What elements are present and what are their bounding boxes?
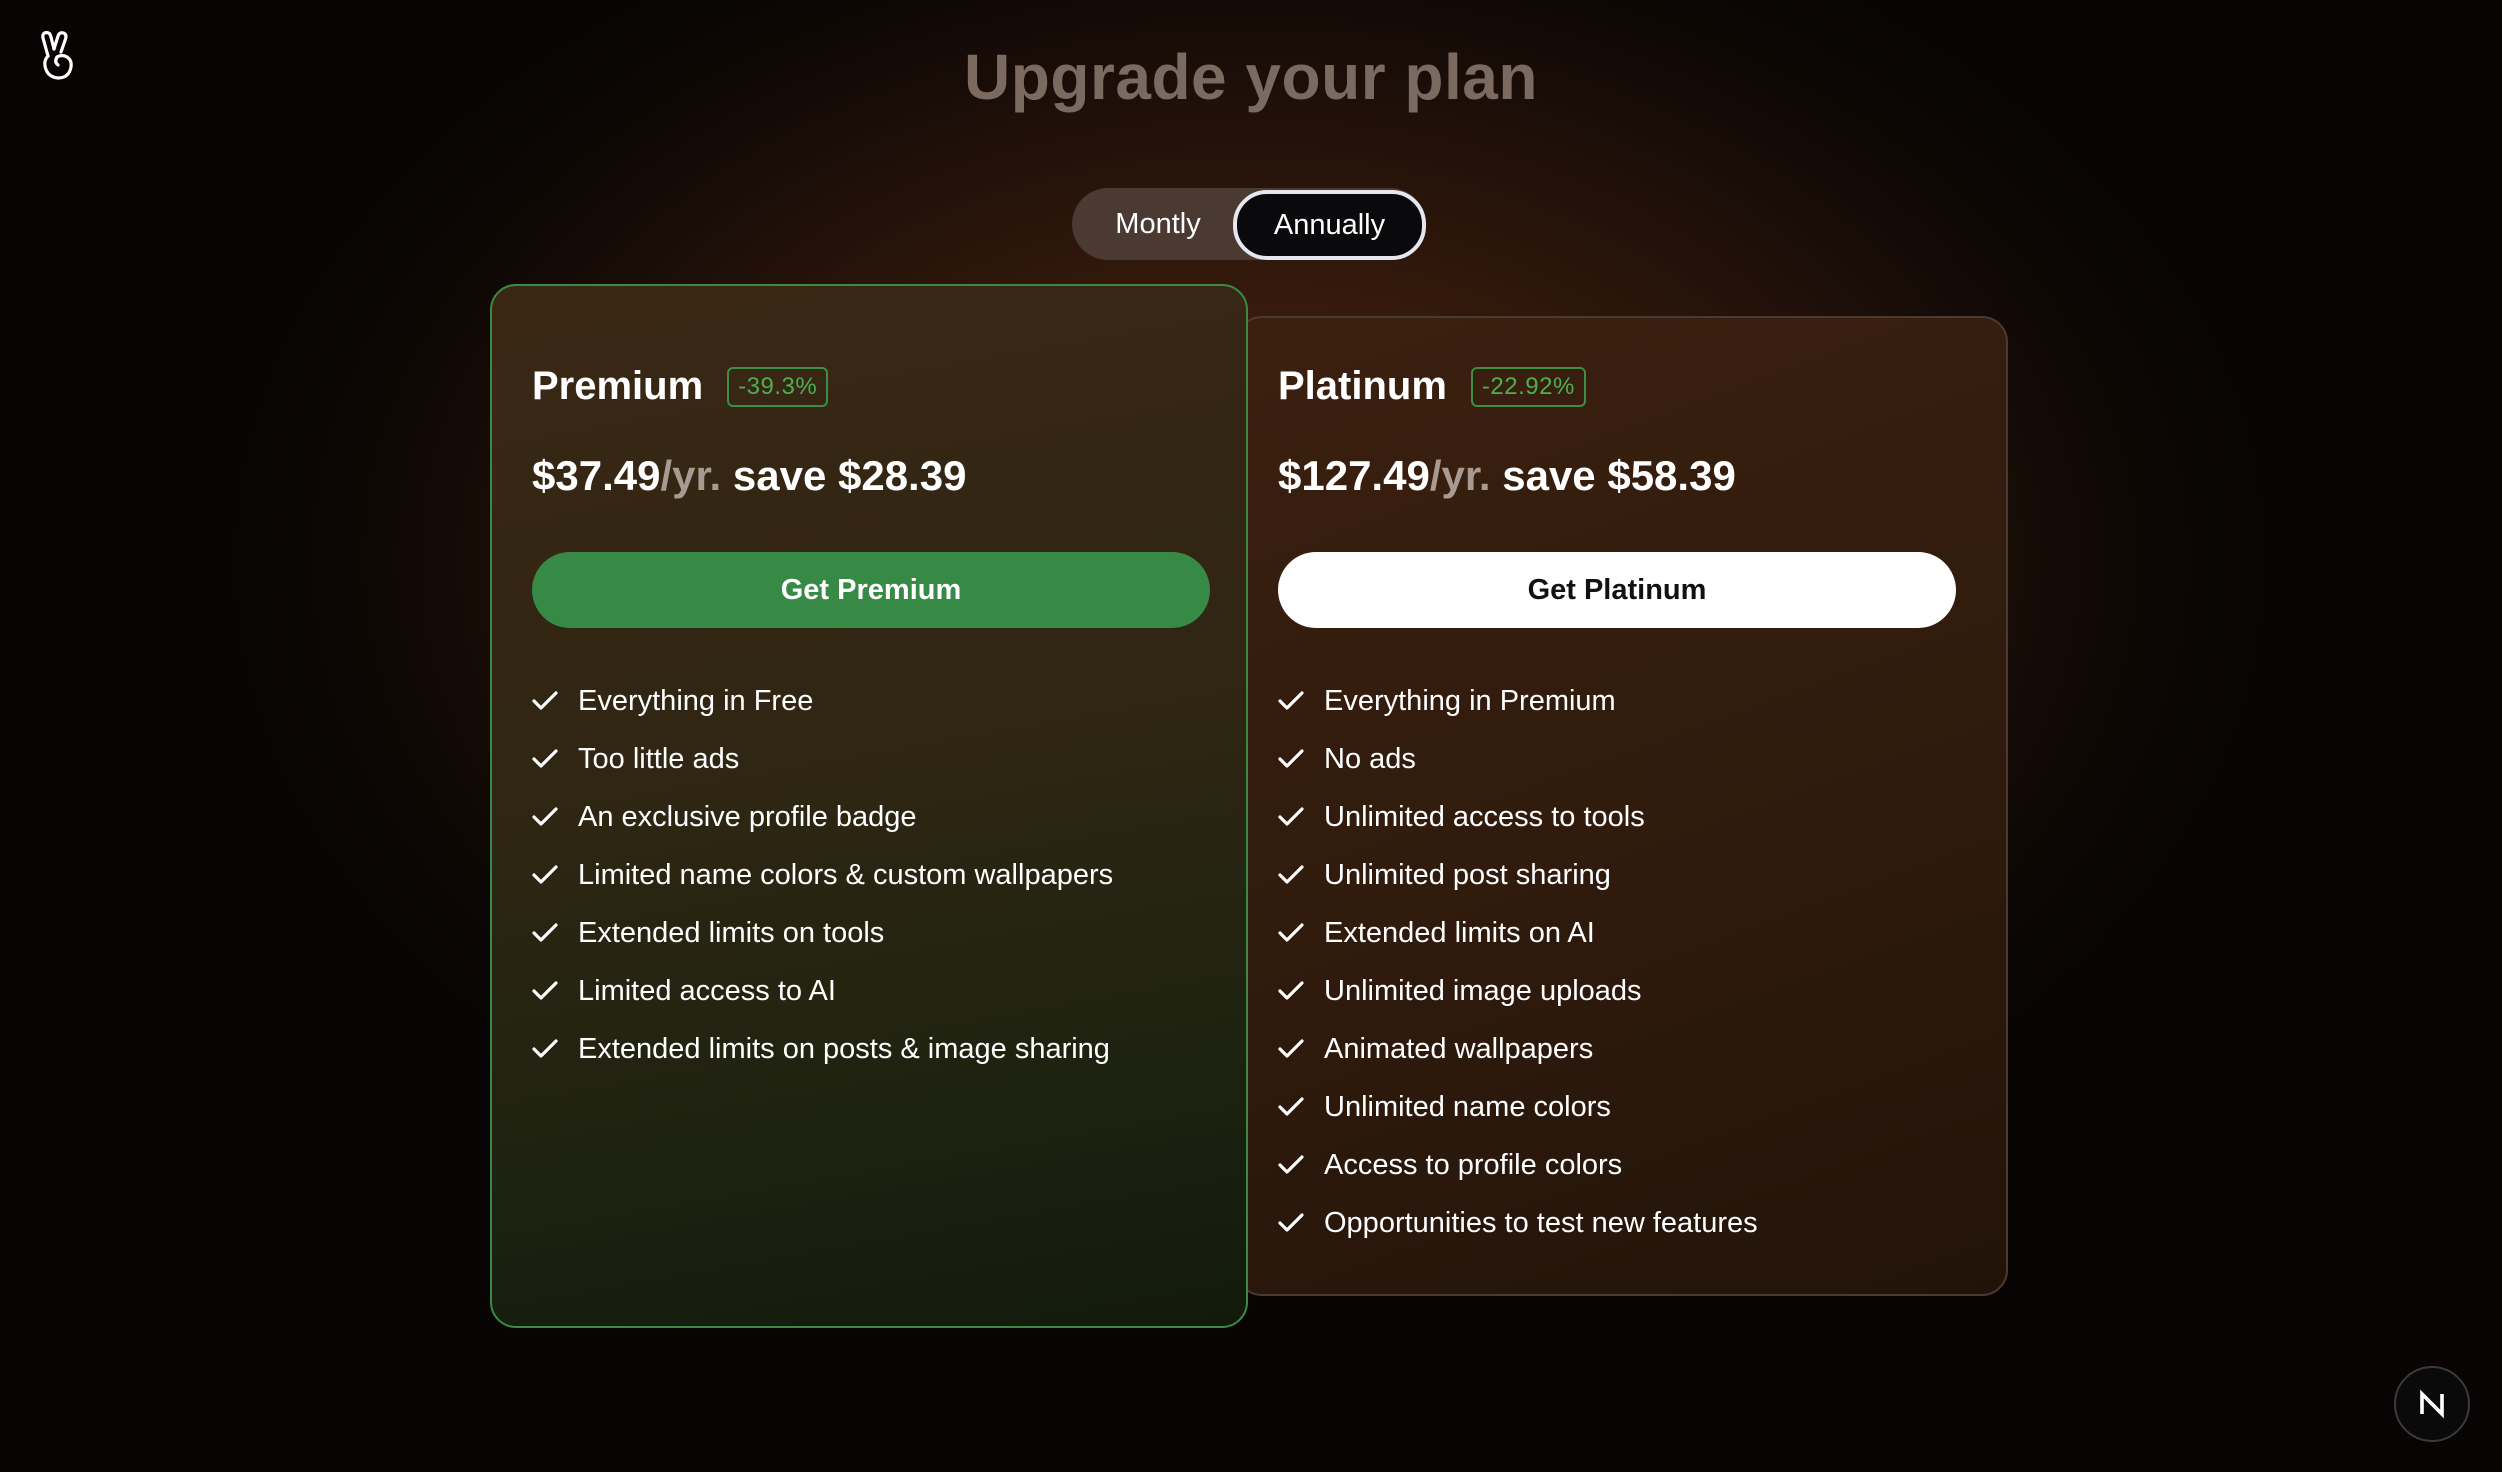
check-icon bbox=[532, 981, 578, 1001]
check-icon bbox=[1278, 981, 1324, 1001]
plan-card-premium: Premium -39.3% $37.49/yr. save $28.39 Ge… bbox=[490, 284, 1248, 1328]
feature-item: Everything in Premium bbox=[1278, 672, 1758, 730]
check-icon bbox=[1278, 1039, 1324, 1059]
check-icon bbox=[1278, 1097, 1324, 1117]
feature-label: Unlimited access to tools bbox=[1324, 800, 1645, 833]
price-savings: save $28.39 bbox=[732, 452, 967, 499]
feature-item: Unlimited post sharing bbox=[1278, 846, 1758, 904]
feature-label: Unlimited image uploads bbox=[1324, 974, 1642, 1007]
feature-item: No ads bbox=[1278, 730, 1758, 788]
feature-label: Everything in Free bbox=[578, 684, 814, 717]
check-icon bbox=[1278, 691, 1324, 711]
check-icon bbox=[1278, 807, 1324, 827]
feature-list: Everything in Free Too little ads An exc… bbox=[532, 672, 1113, 1078]
check-icon bbox=[532, 749, 578, 769]
feature-label: Extended limits on tools bbox=[578, 916, 885, 949]
feature-label: Everything in Premium bbox=[1324, 684, 1616, 717]
feature-item: Too little ads bbox=[532, 730, 1113, 788]
plan-header: Premium -39.3% bbox=[532, 364, 829, 409]
feature-item: Limited access to AI bbox=[532, 962, 1113, 1020]
feature-label: No ads bbox=[1324, 742, 1416, 775]
feature-label: Animated wallpapers bbox=[1324, 1032, 1594, 1065]
feature-item: Extended limits on tools bbox=[532, 904, 1113, 962]
plan-price: $127.49/yr. save $58.39 bbox=[1278, 452, 1736, 500]
check-icon bbox=[532, 923, 578, 943]
check-icon bbox=[1278, 1213, 1324, 1233]
price-amount: $37.49 bbox=[532, 452, 661, 499]
billing-period-toggle[interactable]: Montly Annually bbox=[1072, 188, 1426, 260]
toggle-option-monthly[interactable]: Montly bbox=[1072, 188, 1244, 260]
check-icon bbox=[1278, 923, 1324, 943]
feature-item: Extended limits on posts & image sharing bbox=[532, 1020, 1113, 1078]
check-icon bbox=[532, 1039, 578, 1059]
check-icon bbox=[1278, 749, 1324, 769]
plan-card-platinum: Platinum -22.92% $127.49/yr. save $58.39… bbox=[1236, 316, 2008, 1296]
feature-label: Unlimited name colors bbox=[1324, 1090, 1611, 1123]
feature-list: Everything in Premium No ads Unlimited a… bbox=[1278, 672, 1758, 1252]
feature-item: Unlimited image uploads bbox=[1278, 962, 1758, 1020]
check-icon bbox=[532, 691, 578, 711]
feature-label: Extended limits on posts & image sharing bbox=[578, 1032, 1110, 1065]
plan-price: $37.49/yr. save $28.39 bbox=[532, 452, 966, 500]
check-icon bbox=[1278, 1155, 1324, 1175]
feature-item: Extended limits on AI bbox=[1278, 904, 1758, 962]
feature-label: Extended limits on AI bbox=[1324, 916, 1595, 949]
plan-header: Platinum -22.92% bbox=[1278, 364, 1586, 409]
check-icon bbox=[532, 865, 578, 885]
price-period: /yr. bbox=[1429, 452, 1491, 499]
discount-badge: -39.3% bbox=[727, 366, 829, 407]
plan-name: Platinum bbox=[1278, 364, 1447, 408]
discount-badge: -22.92% bbox=[1470, 366, 1586, 407]
feature-label: Too little ads bbox=[578, 742, 740, 775]
feature-item: Animated wallpapers bbox=[1278, 1020, 1758, 1078]
price-amount: $127.49 bbox=[1278, 452, 1430, 499]
n-logo-glyph bbox=[2420, 1389, 2444, 1419]
feature-item: Access to profile colors bbox=[1278, 1136, 1758, 1194]
feature-item: Everything in Free bbox=[532, 672, 1113, 730]
check-icon bbox=[1278, 865, 1324, 885]
feature-item: An exclusive profile badge bbox=[532, 788, 1113, 846]
feature-item: Limited name colors & custom wallpapers bbox=[532, 846, 1113, 904]
page-title: Upgrade your plan bbox=[964, 41, 1538, 113]
feature-label: Limited name colors & custom wallpapers bbox=[578, 858, 1114, 891]
feature-label: Limited access to AI bbox=[578, 974, 836, 1007]
price-period: /yr. bbox=[660, 452, 722, 499]
price-savings: save $58.39 bbox=[1502, 452, 1736, 499]
feature-item: Unlimited access to tools bbox=[1278, 788, 1758, 846]
feature-item: Opportunities to test new features bbox=[1278, 1194, 1758, 1252]
feature-label: Unlimited post sharing bbox=[1324, 858, 1611, 891]
get-premium-button[interactable]: Get Premium bbox=[532, 552, 1210, 628]
feature-label: Opportunities to test new features bbox=[1324, 1206, 1758, 1239]
toggle-option-annually[interactable]: Annually bbox=[1233, 190, 1426, 260]
feature-label: An exclusive profile badge bbox=[578, 800, 917, 833]
plan-name: Premium bbox=[532, 364, 704, 408]
get-platinum-button[interactable]: Get Platinum bbox=[1278, 552, 1956, 628]
check-icon bbox=[532, 807, 578, 827]
feature-item: Unlimited name colors bbox=[1278, 1078, 1758, 1136]
nextjs-icon[interactable] bbox=[2394, 1366, 2470, 1442]
feature-label: Access to profile colors bbox=[1324, 1148, 1623, 1181]
